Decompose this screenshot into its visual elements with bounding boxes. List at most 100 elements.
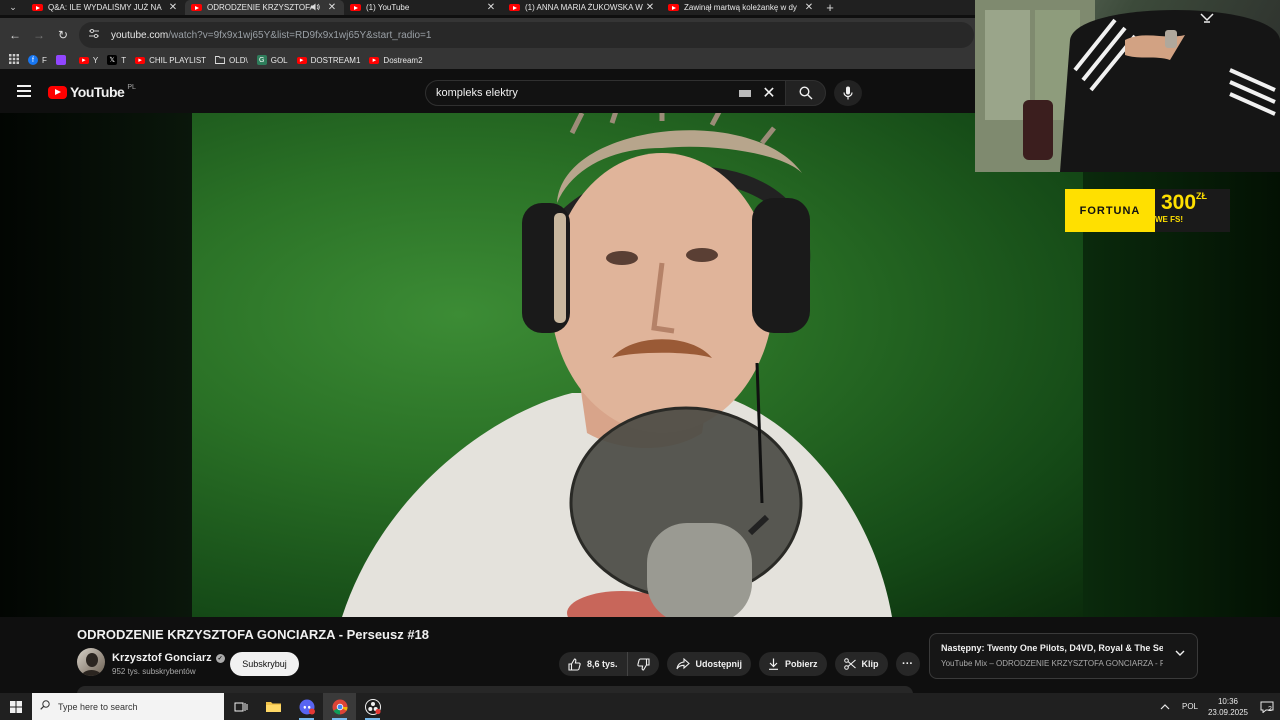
voice-search-button[interactable] (834, 80, 862, 106)
download-button[interactable]: Pobierz (759, 652, 827, 676)
folder-icon (215, 55, 225, 65)
search-button[interactable] (785, 80, 826, 106)
obs-icon (364, 698, 381, 715)
share-button[interactable]: Udostępnij (666, 652, 752, 676)
bookmark-label: CHIL PLAYLIST (149, 55, 207, 65)
bookmark-t[interactable]: 𝕏T (107, 55, 126, 65)
tab-close-icon[interactable]: ✕ (485, 2, 497, 13)
youtube-favicon-icon (191, 4, 202, 11)
file-explorer-button[interactable] (257, 693, 290, 720)
tab-search-button[interactable]: ⌄ (0, 0, 26, 15)
thumbs-down-icon (636, 657, 650, 671)
verified-icon: ✓ (215, 653, 225, 663)
system-tray: POL 10:36 23.09.2025 2 (1154, 693, 1280, 720)
like-button[interactable]: 8,6 tys. (559, 652, 627, 676)
channel-name-text: Krzysztof Gonciarz (112, 652, 212, 664)
chevron-down-icon[interactable] (1175, 649, 1185, 660)
bookmark-label: DOSTREAM1 (310, 55, 361, 65)
hamburger-menu-icon[interactable] (17, 85, 31, 97)
bookmark-y[interactable]: ▸ Y (78, 56, 98, 65)
action-bar: 8,6 tys. Udostępnij Pobierz Klip ··· (559, 652, 920, 676)
tab-title: ODRODZENIE KRZYSZTOFA (207, 3, 311, 12)
share-icon (675, 658, 690, 670)
task-view-button[interactable] (224, 693, 257, 720)
speaker-icon[interactable] (311, 3, 320, 13)
obs-button[interactable] (356, 693, 389, 720)
youtube-icon: ▸ (369, 56, 380, 64)
back-arrow-icon[interactable]: ← (3, 28, 27, 42)
avatar[interactable] (77, 648, 105, 676)
bookmark-dostream1[interactable]: ▸ DOSTREAM1 (296, 55, 361, 65)
clear-search-icon[interactable]: ✕ (759, 83, 779, 103)
tab-4[interactable]: Zawinął martwą koleżankę w dy ✕ (662, 0, 821, 15)
address-bar[interactable]: youtube.com /watch?v=9fx9x1wj65Y&list=RD… (79, 22, 974, 48)
site-info-icon[interactable] (89, 28, 103, 41)
notification-count: 2 (1268, 706, 1272, 713)
tab-close-icon[interactable]: ✕ (644, 2, 656, 13)
keyboard-icon[interactable] (739, 89, 751, 97)
apps-grid-icon[interactable] (0, 53, 28, 67)
folder-icon (266, 701, 281, 712)
webcam-overlay (975, 0, 1280, 172)
subscribe-button[interactable]: Subskrybuj (230, 652, 299, 676)
new-tab-button[interactable]: + (821, 0, 839, 15)
taskbar-search-placeholder: Type here to search (58, 701, 138, 712)
tab-close-icon[interactable]: ✕ (167, 2, 179, 13)
youtube-favicon-icon (350, 4, 361, 11)
bookmark-f[interactable]: fF (28, 55, 47, 65)
browser-toolbar: ← → ↻ youtube.com /watch?v=9fx9x1wj65Y&l… (0, 18, 975, 52)
tab-title: Zawinął martwą koleżankę w dy (684, 3, 797, 12)
clock[interactable]: 10:36 23.09.2025 (1204, 696, 1252, 718)
task-view-icon (234, 702, 247, 711)
reload-icon[interactable]: ↻ (51, 28, 75, 42)
video-metadata: ODRODZENIE KRZYSZTOFA GONCIARZA - Perseu… (0, 617, 1280, 694)
bookmark-chil-playlist[interactable]: ▸ CHIL PLAYLIST (135, 56, 206, 65)
bookmark-gol[interactable]: G GOL (256, 55, 288, 65)
input-language[interactable]: POL (1176, 702, 1204, 711)
tab-strip: ⌄ Q&A: ILE WYDALIŚMY JUŻ NA ✕ ODRODZENIE… (0, 0, 975, 15)
bookmark-label: Dostream2 (383, 55, 423, 65)
youtube-icon: ▸ (296, 56, 307, 64)
clip-button[interactable]: Klip (834, 652, 888, 676)
tab-1-active[interactable]: ODRODZENIE KRZYSZTOFA ✕ (185, 0, 344, 15)
bookmark-label: OLD\ (229, 55, 248, 65)
tab-close-icon[interactable]: ✕ (326, 2, 338, 13)
forward-arrow-icon[interactable]: → (27, 28, 51, 42)
thumbs-up-icon (568, 657, 581, 671)
sponsor-amount-value: 300 (1161, 191, 1197, 214)
youtube-logo[interactable]: YouTube PL (48, 84, 136, 100)
clock-date: 23.09.2025 (1207, 707, 1249, 717)
url-host: youtube.com (111, 29, 169, 41)
video-still-person (342, 113, 892, 617)
facebook-icon: f (28, 55, 38, 65)
youtube-logo-text: YouTube (70, 84, 125, 100)
notification-button[interactable]: 2 (1252, 693, 1280, 720)
sponsor-offer: 300ZŁ WE FS! (1155, 189, 1230, 232)
bookmark-dostream2[interactable]: ▸ Dostream2 (369, 55, 423, 65)
windows-start-button[interactable] (0, 693, 32, 720)
channel-name[interactable]: Krzysztof Gonciarz ✓ (112, 652, 225, 664)
g-icon: G (256, 55, 267, 65)
youtube-icon: ▸ (78, 56, 89, 64)
dislike-button[interactable] (626, 652, 659, 676)
bookmark-old-folder[interactable]: OLD\ (215, 55, 248, 65)
tab-0[interactable]: Q&A: ILE WYDALIŚMY JUŻ NA ✕ (26, 0, 185, 15)
discord-button[interactable] (290, 693, 323, 720)
tab-close-icon[interactable]: ✕ (803, 2, 815, 13)
sponsor-amount: 300ZŁ (1161, 191, 1207, 215)
tab-2[interactable]: (1) YouTube ✕ (344, 0, 503, 15)
chevron-up-icon[interactable] (1154, 702, 1176, 712)
share-label: Udostępnij (695, 659, 743, 669)
bookmark-twitch[interactable] (55, 55, 70, 65)
chrome-button[interactable] (323, 693, 356, 720)
up-next-card[interactable]: Następny: Twenty One Pilots, D4VD, Royal… (929, 633, 1198, 679)
sponsor-currency: ZŁ (1196, 191, 1208, 201)
tab-3[interactable]: (1) ANNA MARIA ŻUKOWSKA W ✕ (503, 0, 662, 15)
more-actions-button[interactable]: ··· (895, 652, 920, 676)
up-next-subtitle: YouTube Mix – ODRODZENIE KRZYSZTOFA GONC… (941, 659, 1163, 668)
twitch-icon (55, 55, 66, 65)
search-input[interactable]: kompleks elektry ✕ (425, 80, 786, 106)
youtube-favicon-icon (668, 4, 679, 11)
download-label: Pobierz (785, 659, 818, 669)
taskbar-search-input[interactable]: Type here to search (32, 693, 224, 720)
